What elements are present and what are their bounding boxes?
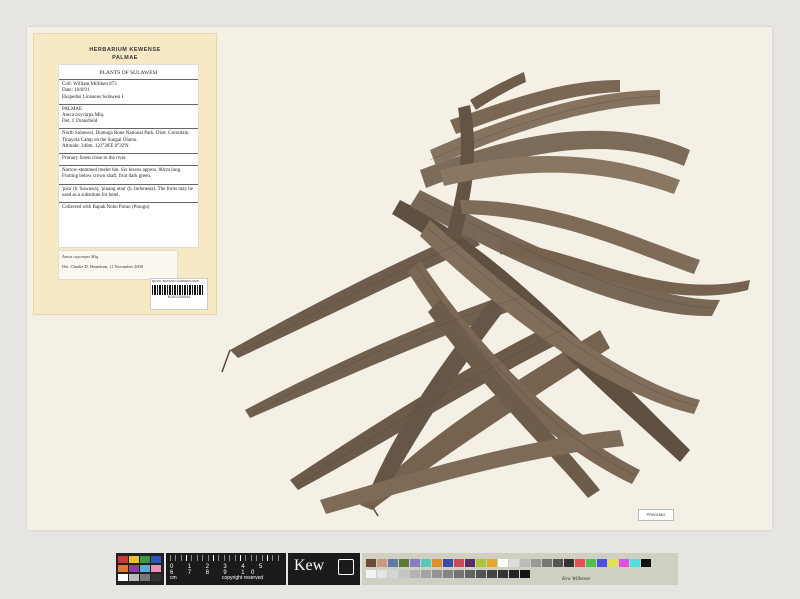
vernacular: 'pisa' (b. Suwawa), 'pinang utan' (b. In… <box>62 186 193 198</box>
herbarium-name: HERBARIUM KEWENSE <box>89 47 161 53</box>
determination-slip: Areca oxycarpa Miq. Det. Charlie D. Heat… <box>58 250 178 280</box>
taxon-section: PALMAE Areca oxycarpa Miq. Det. J. Drans… <box>59 103 198 126</box>
family-name: PALMAE <box>112 55 138 61</box>
collected-with: Collected with Bapak Noho Poluo (Pinogu) <box>62 205 150 211</box>
barcode-number: K001105544 <box>167 293 191 299</box>
kew-logo: Kew <box>288 553 360 585</box>
ruler-ticks-icon <box>170 555 282 561</box>
kew-sticker-text: ROYAL BOTANIC GARDENS KEW <box>152 279 200 283</box>
collected-with-section: Collected with Bapak Noho Poluo (Pinogu) <box>59 202 198 211</box>
vernacular-section: 'pisa' (b. Suwawa), 'pinang utan' (b. In… <box>59 183 198 199</box>
locality-section: North Sulawesi, Dumoga Bone National Par… <box>59 128 198 150</box>
gray-row-bottom <box>366 570 531 578</box>
habitat-section: Primary forest close to the river. <box>59 153 198 162</box>
kew-wordmark: Kew <box>294 557 325 574</box>
reference-label: PR001662 <box>638 509 674 521</box>
color-calibration-card: Kew Willemse <box>362 553 678 585</box>
locality: North Sulawesi, Dumoga Bone National Par… <box>62 131 190 143</box>
calibration-strip: 0 1 2 3 4 5 6 7 8 9 10 cm copyright rese… <box>116 553 678 585</box>
copyright-text: copyright reserved <box>222 575 264 581</box>
card-brand: Kew Willemse <box>562 577 591 582</box>
cm-ruler: 0 1 2 3 4 5 6 7 8 9 10 cm copyright rese… <box>166 553 286 585</box>
expedition: Ekspedisi Linnaeus Sulawesi I <box>62 94 124 100</box>
description-section: Narrow-stemmed treelet 6m. Six leaves ap… <box>59 165 198 180</box>
ruler-unit: cm <box>170 575 177 581</box>
habitat: Primary forest close to the river. <box>62 156 127 162</box>
herbarium-heading: HERBARIUM KEWENSE PALMAE <box>34 46 216 62</box>
color-patch-icon <box>116 553 164 585</box>
crown-crest-icon <box>338 559 354 575</box>
label-title: PLANTS OF SULAWESI <box>99 70 158 76</box>
color-row-top <box>366 559 652 567</box>
barcode-sticker: ROYAL BOTANIC GARDENS KEW K001105544 <box>150 278 208 310</box>
det-taxon: Areca oxycarpa Miq. <box>62 254 100 259</box>
collection-label: PLANTS OF SULAWESI Coll: William Millike… <box>58 64 199 248</box>
det-name: Det. Charlie D. Heatubun, 11 November 20… <box>62 264 143 269</box>
description: Narrow-stemmed treelet 6m. Six leaves ap… <box>62 168 182 180</box>
collector-section: Coll: William Milliken 873 Date: 10/8/91… <box>59 79 198 101</box>
altitude: Altitude: 340m. 123°28'E 0°32'N <box>62 143 129 149</box>
determiner: Det. J. Dransfield <box>62 119 98 125</box>
